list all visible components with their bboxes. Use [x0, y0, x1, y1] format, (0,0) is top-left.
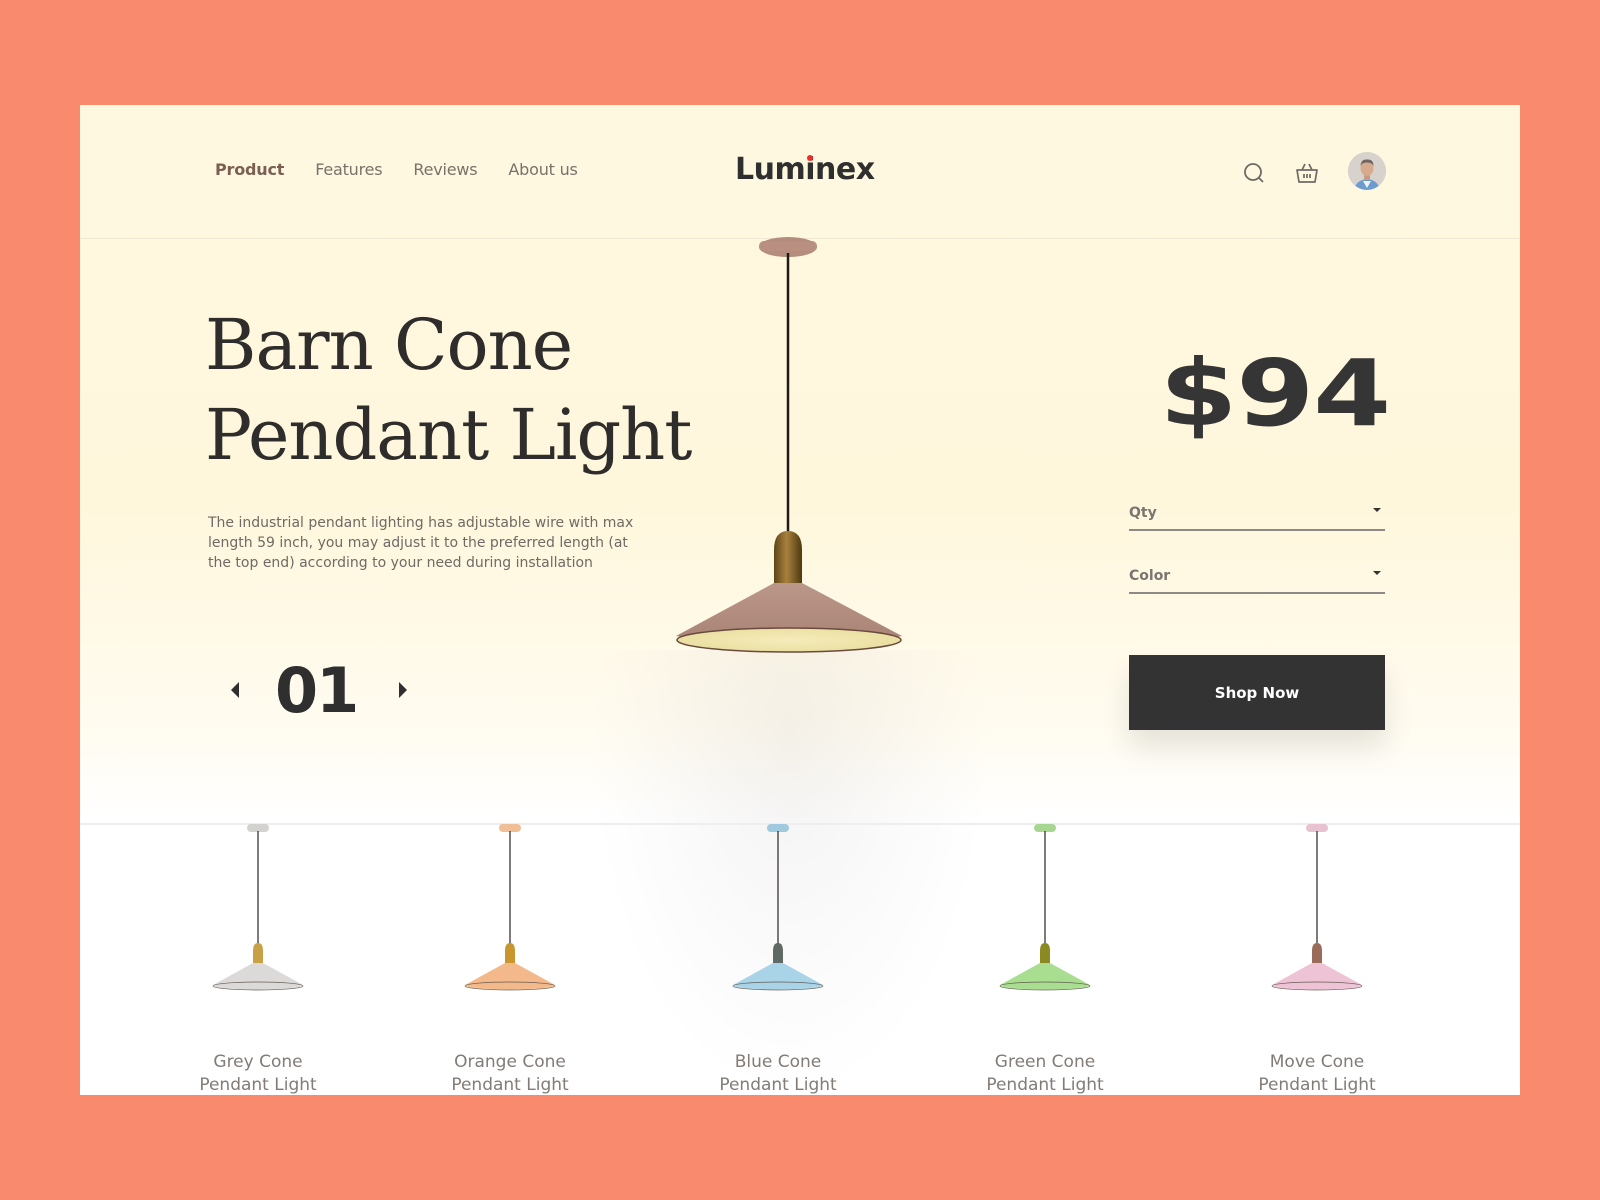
- lamp-canopy: [499, 824, 521, 832]
- lamp-shade-rim: [732, 981, 824, 991]
- variant-card-orange[interactable]: Orange Cone Pendant Light: [410, 823, 610, 1095]
- variant-card-green[interactable]: Green Cone Pendant Light: [945, 823, 1145, 1095]
- slide-pager: 01: [225, 653, 413, 727]
- product-title-line-2: Pendant Light: [205, 394, 692, 476]
- product-title-line-1: Barn Cone: [205, 304, 573, 386]
- variant-card-blue[interactable]: Blue Cone Pendant Light: [678, 823, 878, 1095]
- qty-select-label: Qty: [1129, 505, 1157, 521]
- product-price: $94: [1159, 340, 1391, 447]
- color-select[interactable]: Color: [1129, 560, 1385, 594]
- product-title: Barn Cone Pendant Light: [205, 300, 692, 480]
- color-select-label: Color: [1129, 568, 1171, 584]
- search-icon[interactable]: [1241, 160, 1267, 186]
- lamp-shade-inner: [676, 627, 902, 653]
- logo-i-with-red-dot: i: [805, 152, 816, 187]
- caret-left-icon: [231, 682, 239, 698]
- logo-part-2: nex: [815, 152, 875, 187]
- lamp-shade-rim: [1271, 981, 1363, 991]
- lamp-socket: [1040, 943, 1050, 963]
- brand-logo[interactable]: Luminex: [735, 152, 875, 187]
- slide-number: 01: [275, 653, 359, 727]
- variant-name: Move Cone Pendant Light: [1258, 1052, 1376, 1095]
- variant-lamp-image: [464, 824, 556, 991]
- variant-lamp-image: [732, 824, 824, 991]
- lamp-shade-rim: [212, 981, 304, 991]
- variant-lamp-image: [999, 824, 1091, 991]
- product-description: The industrial pendant lighting has adju…: [208, 515, 634, 571]
- lamp-canopy: [1306, 824, 1328, 832]
- lamp-socket: [253, 943, 263, 963]
- logo-part-1: Lum: [735, 152, 806, 187]
- prev-slide-button[interactable]: [225, 675, 245, 705]
- variant-name: Green Cone Pendant Light: [986, 1052, 1104, 1095]
- lamp-socket: [505, 943, 515, 963]
- qty-select[interactable]: Qty: [1129, 497, 1385, 531]
- variant-card-move[interactable]: Move Cone Pendant Light: [1217, 823, 1417, 1095]
- pendant-lamp-image: [676, 237, 902, 653]
- variant-lamp-image: [212, 824, 304, 991]
- lamp-canopy: [247, 824, 269, 832]
- nav-features[interactable]: Features: [315, 160, 382, 179]
- product-page: Product Features Reviews About us Lumine…: [80, 105, 1520, 1095]
- nav-reviews[interactable]: Reviews: [413, 160, 477, 179]
- variant-card-grey[interactable]: Grey Cone Pendant Light: [158, 823, 358, 1095]
- variant-lamp-image: [1271, 824, 1363, 991]
- color-variants-list: Grey Cone Pendant Light Orange Cone Pendan…: [80, 823, 1520, 1095]
- nav-about-us[interactable]: About us: [508, 160, 577, 179]
- lamp-shade-rim: [464, 981, 556, 991]
- variant-name: Grey Cone Pendant Light: [199, 1052, 317, 1095]
- next-slide-button[interactable]: [393, 675, 413, 705]
- lamp-socket: [1312, 943, 1322, 963]
- header: Product Features Reviews About us Lumine…: [80, 105, 1520, 239]
- caret-right-icon: [399, 682, 408, 698]
- chevron-down-icon: [1373, 508, 1381, 512]
- lamp-socket: [773, 943, 783, 963]
- nav-product[interactable]: Product: [215, 160, 284, 179]
- user-avatar[interactable]: [1348, 152, 1386, 190]
- basket-icon[interactable]: [1294, 160, 1320, 186]
- chevron-down-icon: [1373, 571, 1381, 575]
- lamp-socket: [774, 531, 802, 583]
- shop-now-button[interactable]: Shop Now: [1129, 655, 1385, 730]
- lamp-canopy: [1034, 824, 1056, 832]
- main-nav: Product Features Reviews About us: [215, 160, 578, 179]
- lamp-canopy: [767, 824, 789, 832]
- variant-name: Orange Cone Pendant Light: [451, 1052, 569, 1095]
- lamp-shade-rim: [999, 981, 1091, 991]
- variant-name: Blue Cone Pendant Light: [719, 1052, 837, 1095]
